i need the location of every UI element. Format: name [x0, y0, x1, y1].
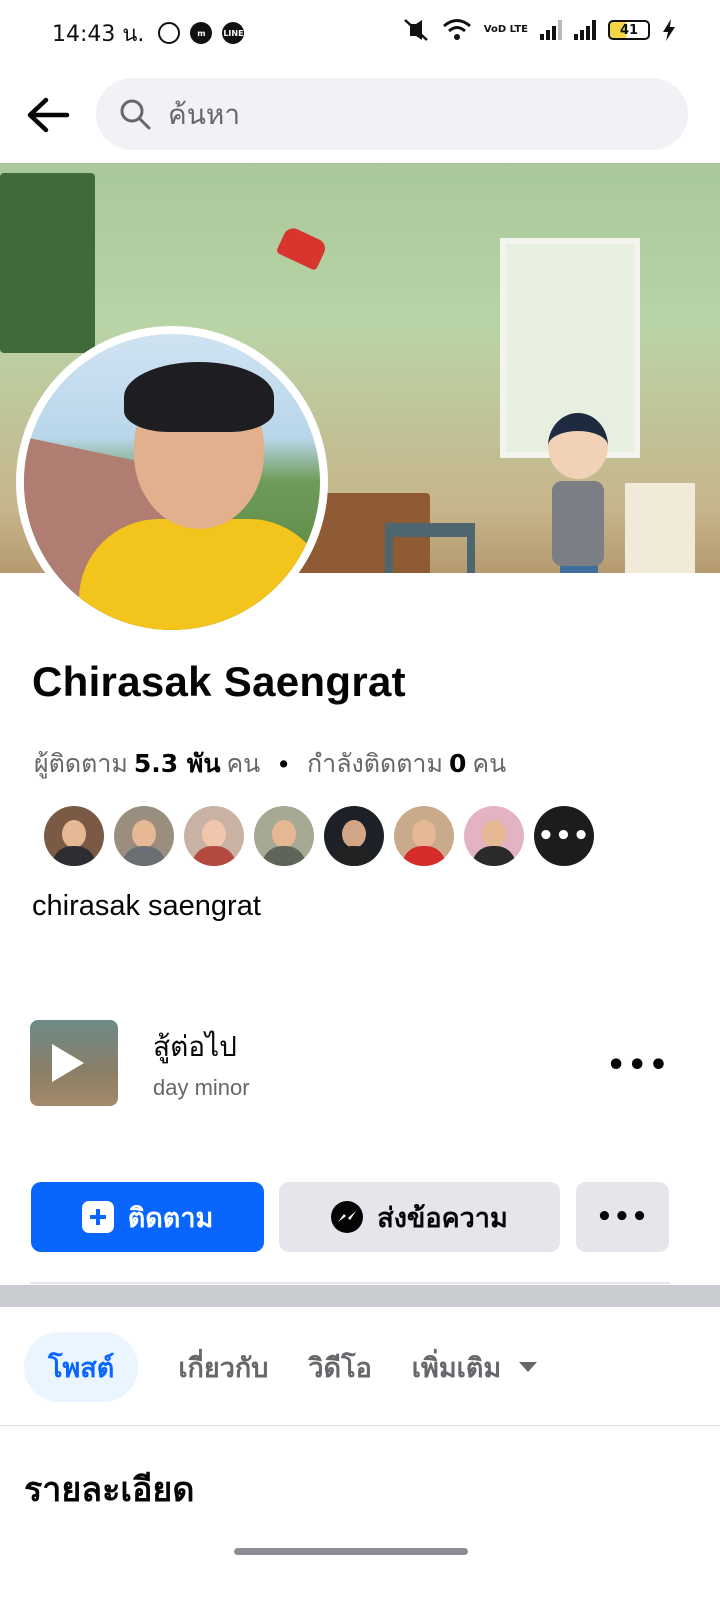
status-bar: 14:43 น. m LINE VoD LTE 41 [0, 0, 720, 66]
profile-name: Chirasak Saengrat [32, 658, 406, 705]
tabs-divider [0, 1425, 720, 1426]
follower-avatar[interactable] [184, 806, 244, 866]
cover-avatar-head [548, 413, 608, 479]
music-info: สู้ต่อไป day minor [153, 1025, 250, 1101]
cover-lamp [275, 225, 329, 271]
follow-stats: ผู้ติดตาม 5.3 พัน คน • กำลังติดตาม 0 คน [34, 744, 506, 784]
signal-app-icon [158, 22, 181, 44]
details-heading: รายละเอียด [24, 1470, 195, 1510]
messenger-icon [331, 1201, 364, 1233]
divider [30, 1282, 670, 1284]
battery-icon: 41 [608, 20, 650, 40]
music-more-button[interactable]: ••• [606, 1048, 670, 1083]
messenger-notification-icon: m [190, 22, 213, 44]
tab-videos[interactable]: วิดีโอ [308, 1332, 371, 1402]
signal-strength-icon-2 [574, 20, 596, 40]
status-system-icons: VoD LTE 41 [402, 18, 676, 42]
tab-label: โพสต์ [48, 1352, 115, 1384]
tab-label: วิดีโอ [308, 1352, 372, 1384]
follow-label: ติดตาม [127, 1202, 214, 1234]
photo-hair [124, 362, 274, 432]
follow-plus-icon [81, 1201, 114, 1233]
followers-count: 5.3 พัน [133, 749, 221, 778]
section-divider [0, 1285, 720, 1307]
message-label: ส่งข้อความ [377, 1202, 508, 1234]
tab-about[interactable]: เกี่ยวกับ [178, 1332, 268, 1402]
follower-avatar[interactable] [114, 806, 174, 866]
home-indicator[interactable] [234, 1548, 468, 1555]
volte-icon: VoD LTE [483, 24, 528, 35]
search-bar[interactable] [96, 78, 688, 150]
status-notification-icons: m LINE [158, 22, 245, 44]
music-title: สู้ต่อไป [153, 1030, 237, 1063]
tab-label: เพิ่มเติม [411, 1352, 502, 1384]
cover-chair [385, 523, 475, 573]
following-link[interactable]: กำลังติดตาม 0 คน [307, 744, 506, 784]
profile-photo[interactable] [16, 326, 328, 638]
mute-icon [403, 19, 428, 41]
search-input[interactable] [168, 97, 648, 131]
photo-shirt [79, 519, 320, 630]
stats-separator: • [276, 749, 292, 779]
play-icon [52, 1044, 84, 1082]
more-followers-button[interactable]: ••• [534, 806, 594, 866]
arrow-left-icon [27, 97, 70, 133]
tab-label: เกี่ยวกับ [178, 1352, 269, 1384]
back-button[interactable] [24, 91, 72, 139]
profile-bio: chirasak saengrat [32, 890, 261, 922]
top-header [0, 70, 720, 160]
follower-avatars: ••• [44, 806, 594, 866]
follower-avatar[interactable] [44, 806, 104, 866]
following-label: กำลังติดตาม [307, 749, 443, 778]
follow-button[interactable]: ติดตาม [31, 1182, 264, 1252]
more-actions-button[interactable]: ••• [576, 1182, 669, 1252]
wifi-icon [442, 19, 471, 40]
search-icon [120, 99, 151, 130]
music-artist: day minor [153, 1075, 250, 1100]
line-notification-icon: LINE [222, 22, 245, 44]
followers-label: ผู้ติดตาม [34, 749, 128, 778]
tab-more[interactable]: เพิ่มเติม [411, 1332, 538, 1402]
music-thumbnail[interactable] [30, 1020, 118, 1106]
follower-avatar[interactable] [464, 806, 524, 866]
profile-music[interactable]: สู้ต่อไป day minor ••• [30, 1020, 690, 1106]
cover-wall-board [0, 173, 95, 353]
following-unit: คน [472, 749, 507, 778]
follower-avatar[interactable] [324, 806, 384, 866]
follower-avatar[interactable] [254, 806, 314, 866]
followers-unit: คน [226, 749, 261, 778]
follower-avatar[interactable] [394, 806, 454, 866]
following-count: 0 [448, 749, 467, 778]
followers-link[interactable]: ผู้ติดตาม 5.3 พัน คน [34, 744, 260, 784]
signal-strength-icon-1 [540, 20, 562, 40]
tab-posts[interactable]: โพสต์ [24, 1332, 139, 1402]
caret-down-icon [519, 1362, 538, 1372]
profile-photo-image [24, 334, 320, 630]
message-button[interactable]: ส่งข้อความ [279, 1182, 560, 1252]
cover-paper-rolls [625, 483, 695, 573]
status-time: 14:43 น. [52, 21, 145, 47]
cover-avatar-body [552, 481, 604, 566]
charging-icon [663, 19, 675, 41]
profile-tabs: โพสต์ เกี่ยวกับ วิดีโอ เพิ่มเติม [24, 1332, 577, 1402]
